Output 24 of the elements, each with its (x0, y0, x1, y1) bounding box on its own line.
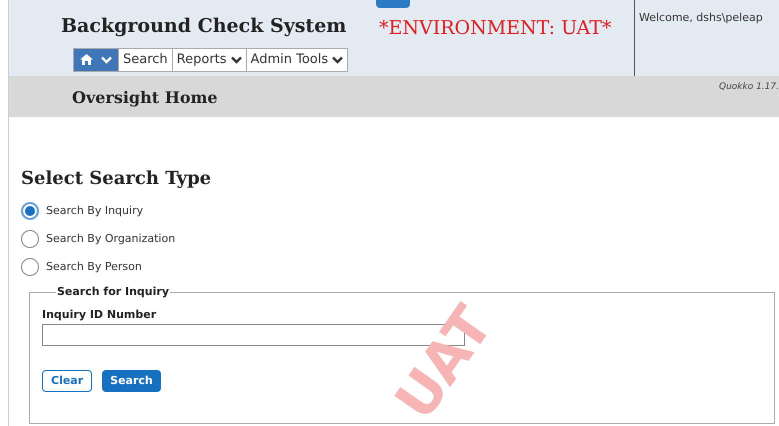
page-title: Oversight Home (72, 87, 218, 109)
nav-link[interactable]: Search (118, 48, 172, 70)
radio-label: Search By Organization (46, 230, 176, 247)
chevron-down-icon (101, 56, 112, 64)
field-label: Inquiry ID Number (42, 306, 158, 322)
radio-button[interactable] (21, 230, 39, 248)
home-icon (80, 54, 93, 65)
search-button[interactable]: Search (102, 370, 161, 392)
chevron-down-icon (230, 56, 242, 64)
panel-legend: Search for Inquiry (56, 284, 170, 300)
clear-button[interactable]: Clear (42, 370, 92, 392)
welcome-text: Welcome, dshs\peleap (639, 10, 763, 26)
radio-button[interactable] (21, 202, 39, 220)
environment-label: *ENVIRONMENT: UAT* (379, 17, 612, 39)
nav-menu[interactable]: Reports (172, 48, 246, 70)
radio-label: Search By Person (46, 258, 142, 275)
home-menu-button[interactable] (74, 48, 118, 70)
section-heading: Select Search Type (21, 167, 212, 191)
radio-label: Search By Inquiry (46, 202, 144, 219)
nav-menu[interactable]: Admin Tools (246, 48, 348, 70)
version-text: Quokko 1.17. (719, 81, 779, 94)
app-title: Background Check System (61, 14, 348, 39)
radio-button[interactable] (21, 258, 39, 276)
chevron-down-icon (332, 56, 344, 64)
